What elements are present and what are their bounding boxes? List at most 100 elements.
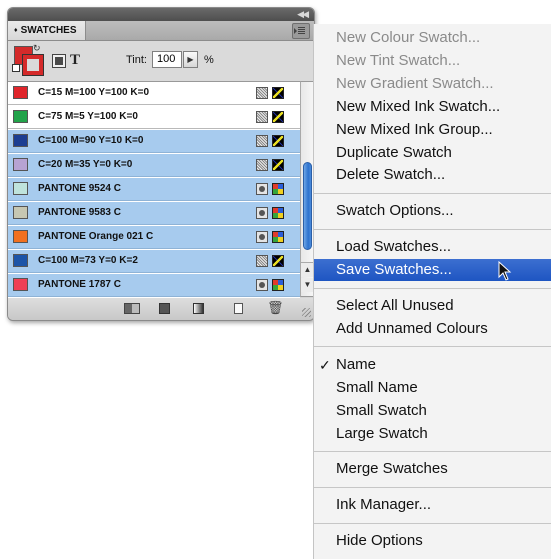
process-colour-icon (256, 159, 268, 171)
menu-item-small-swatch[interactable]: Small Swatch (314, 400, 551, 422)
swatch-name: PANTONE 1787 C (38, 279, 121, 290)
swatch-toolbar: ↻ T Tint: ▶ % (8, 41, 314, 81)
swap-fill-stroke-icon[interactable]: ↻ (33, 43, 41, 54)
show-gradient-swatches-icon[interactable] (193, 303, 204, 314)
menu-item-label: New Gradient Swatch... (336, 74, 494, 92)
swatch-name: PANTONE Orange 021 C (38, 231, 154, 242)
cmyk-mode-icon (272, 111, 284, 123)
swatch-colour-chip (13, 182, 28, 195)
menu-item-label: Large Swatch (336, 424, 428, 442)
swatch-row[interactable]: C=100 M=73 Y=0 K=2 (8, 250, 300, 273)
panel-menu-icon (298, 27, 305, 35)
formatting-text-icon[interactable]: T (70, 52, 80, 69)
swatch-row[interactable]: C=75 M=5 Y=100 K=0 (8, 106, 300, 129)
menu-item-small-name[interactable]: Small Name (314, 377, 551, 399)
swatch-colour-chip (13, 134, 28, 147)
menu-item-label: Swatch Options... (336, 202, 454, 220)
swatch-row[interactable]: C=20 M=35 Y=0 K=0 (8, 154, 300, 177)
menu-item-label: Hide Options (336, 532, 423, 550)
menu-item-save-swatches[interactable]: Save Swatches... (314, 259, 551, 282)
formatting-container-icon[interactable] (52, 54, 66, 68)
swatch-row[interactable]: C=100 M=90 Y=10 K=0 (8, 130, 300, 153)
menu-item-new-mixed-ink-swatch[interactable]: New Mixed Ink Swatch... (314, 96, 551, 118)
process-colour-icon (256, 111, 268, 123)
menu-separator (314, 346, 551, 348)
resize-grip-icon[interactable] (302, 308, 311, 317)
swatch-list: C=15 M=100 Y=100 K=0 C=75 M=5 Y=100 K=0 C=… (8, 81, 300, 299)
menu-separator (314, 486, 551, 488)
arrow-cursor-icon (498, 261, 512, 281)
spot-colour-icon (256, 231, 268, 243)
menu-item-duplicate-swatch[interactable]: Duplicate Swatch (314, 142, 551, 164)
swatch-list-scrollbar[interactable]: ▲ ▼ (300, 81, 314, 297)
menu-item-delete-swatch[interactable]: Delete Swatch... (314, 164, 551, 186)
menu-item-label: New Mixed Ink Group... (336, 120, 493, 138)
menu-item-new-tint-swatch[interactable]: New Tint Swatch... (314, 50, 551, 72)
menu-item-name[interactable]: ✓ Name (314, 354, 551, 376)
menu-item-new-colour-swatch[interactable]: New Colour Swatch... (314, 27, 551, 49)
rgb-mode-icon (272, 279, 284, 291)
rgb-mode-icon (272, 207, 284, 219)
swatch-row[interactable]: PANTONE 9524 C (8, 178, 300, 201)
cmyk-mode-icon (272, 135, 284, 147)
swatch-colour-chip (13, 278, 28, 291)
process-colour-icon (256, 255, 268, 267)
scroll-thumb[interactable] (303, 162, 312, 250)
swatch-colour-chip (13, 206, 28, 219)
fill-stroke-icon[interactable]: ↻ (12, 43, 44, 76)
menu-item-label: New Colour Swatch... (336, 29, 481, 46)
trash-icon[interactable]: 🗑 (267, 300, 284, 316)
menu-item-hide-options[interactable]: Hide Options (314, 530, 551, 552)
rgb-mode-icon (272, 183, 284, 195)
spot-colour-icon (256, 183, 268, 195)
swatch-name: C=20 M=35 Y=0 K=0 (38, 159, 133, 170)
menu-item-label: Merge Swatches (336, 460, 448, 478)
panel-bottom-bar: 🗑 (8, 298, 314, 320)
menu-separator (314, 450, 551, 452)
swatch-colour-chip (13, 86, 28, 99)
swatch-row[interactable]: C=15 M=100 Y=100 K=0 (8, 82, 300, 105)
tint-label: Tint: (126, 54, 147, 66)
swatch-row[interactable]: PANTONE 9583 C (8, 202, 300, 225)
default-fill-stroke-icon[interactable] (12, 64, 20, 72)
swatch-name: PANTONE 9583 C (38, 207, 121, 218)
stroke-swatch-icon[interactable] (22, 54, 44, 76)
menu-item-load-swatches[interactable]: Load Swatches... (314, 236, 551, 258)
tab-swatches[interactable]: ♦ SWATCHES (8, 21, 86, 40)
menu-item-merge-swatches[interactable]: Merge Swatches (314, 458, 551, 480)
menu-item-swatch-options[interactable]: Swatch Options... (314, 200, 551, 222)
menu-item-large-swatch[interactable]: Large Swatch (314, 423, 551, 445)
show-colour-swatches-icon[interactable] (159, 303, 170, 314)
menu-item-ink-manager[interactable]: Ink Manager... (314, 494, 551, 516)
panel-menu-button[interactable] (292, 23, 310, 39)
menu-item-label: New Mixed Ink Swatch... (336, 97, 501, 115)
checkmark-icon: ✓ (319, 356, 331, 373)
tint-input[interactable] (152, 51, 182, 68)
menu-item-label: Add Unnamed Colours (336, 319, 488, 337)
swatch-row[interactable]: PANTONE Orange 021 C (8, 226, 300, 249)
menu-item-label: New Tint Swatch... (336, 51, 461, 69)
menu-item-new-mixed-ink-group[interactable]: New Mixed Ink Group... (314, 119, 551, 141)
swatch-row[interactable]: PANTONE 1787 C (8, 274, 300, 297)
process-colour-icon (256, 87, 268, 99)
swatch-name: C=100 M=73 Y=0 K=2 (38, 255, 138, 266)
swatch-colour-chip (13, 158, 28, 171)
collapse-icon[interactable]: ◀◀ (297, 9, 309, 20)
menu-item-label: Save Swatches... (336, 261, 452, 279)
menu-item-label: Delete Swatch... (336, 166, 446, 184)
tint-percent-label: % (204, 54, 214, 66)
menu-item-new-gradient-swatch[interactable]: New Gradient Swatch... (314, 73, 551, 95)
tab-swatches-label: SWATCHES (20, 25, 77, 36)
menu-item-add-unnamed-colours[interactable]: Add Unnamed Colours (314, 318, 551, 340)
menu-item-label: Load Swatches... (336, 238, 452, 256)
menu-item-select-all-unused[interactable]: Select All Unused (314, 295, 551, 317)
swatch-colour-chip (13, 110, 28, 123)
show-all-swatches-icon[interactable] (124, 303, 140, 314)
menu-item-label: Small Swatch (336, 401, 427, 419)
tint-slider-button[interactable]: ▶ (183, 51, 198, 68)
swatches-panel: ◀◀ ♦SWATCHES ↻ T Tint: ▶ % C=15 M=100 Y=… (7, 7, 315, 321)
swatch-name: C=15 M=100 Y=100 K=0 (38, 87, 150, 98)
swatch-name: PANTONE 9524 C (38, 183, 121, 194)
new-swatch-icon[interactable] (234, 303, 243, 314)
panel-titlebar[interactable]: ◀◀ (8, 8, 314, 21)
